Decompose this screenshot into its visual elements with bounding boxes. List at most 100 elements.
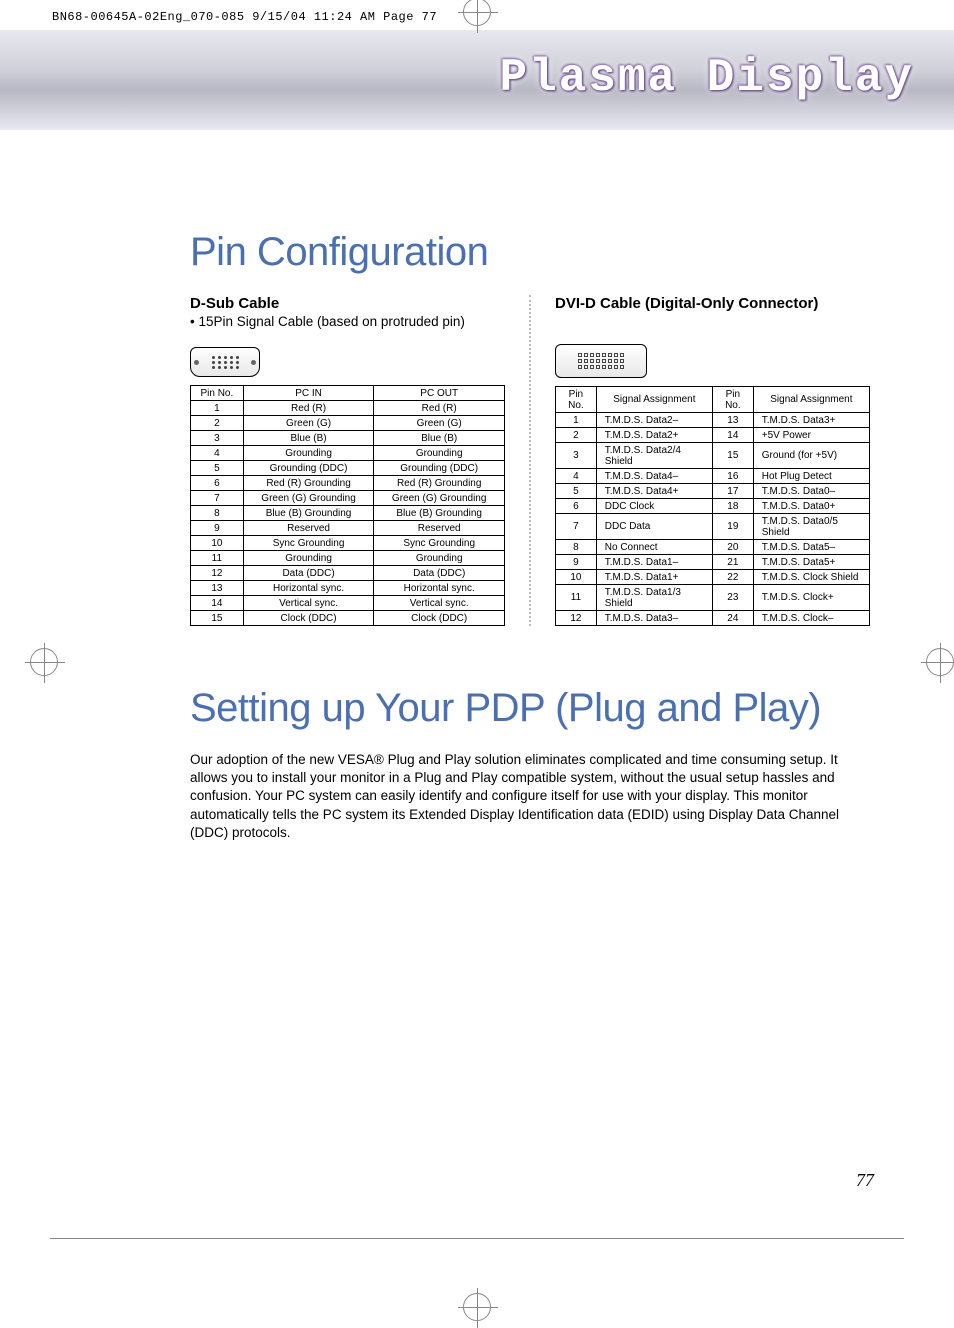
crop-mark-icon xyxy=(30,648,58,676)
table-cell: T.M.D.S. Data0+ xyxy=(753,499,869,514)
table-cell: Green (G) xyxy=(243,416,374,431)
table-cell: 12 xyxy=(191,566,244,581)
table-row: 3Blue (B)Blue (B) xyxy=(191,431,505,446)
column-separator xyxy=(529,295,531,626)
table-cell: 3 xyxy=(191,431,244,446)
table-row: 10T.M.D.S. Data1+22T.M.D.S. Clock Shield xyxy=(556,570,870,585)
table-row: 10Sync GroundingSync Grounding xyxy=(191,536,505,551)
table-cell: T.M.D.S. Data3– xyxy=(596,611,712,626)
table-cell: Vertical sync. xyxy=(243,596,374,611)
table-cell: 23 xyxy=(712,585,753,611)
table-cell: T.M.D.S. Data4– xyxy=(596,469,712,484)
table-cell: T.M.D.S. Data5– xyxy=(753,540,869,555)
table-row: 14Vertical sync.Vertical sync. xyxy=(191,596,505,611)
dsub-note: • 15Pin Signal Cable (based on protruded… xyxy=(190,314,505,329)
table-cell: 24 xyxy=(712,611,753,626)
table-cell: Blue (B) Grounding xyxy=(243,506,374,521)
table-row: 2Green (G)Green (G) xyxy=(191,416,505,431)
table-cell: T.M.D.S. Data1– xyxy=(596,555,712,570)
table-cell: Clock (DDC) xyxy=(243,611,374,626)
table-cell: 7 xyxy=(191,491,244,506)
table-cell: T.M.D.S. Data2+ xyxy=(596,428,712,443)
table-cell: Green (G) Grounding xyxy=(374,491,505,506)
table-header: Pin No. xyxy=(556,387,597,413)
table-cell: Grounding xyxy=(243,551,374,566)
table-row: 5T.M.D.S. Data4+17T.M.D.S. Data0– xyxy=(556,484,870,499)
table-cell: 9 xyxy=(556,555,597,570)
dsub-connector-icon xyxy=(190,347,260,377)
table-cell: 4 xyxy=(556,469,597,484)
table-cell: Horizontal sync. xyxy=(374,581,505,596)
table-cell: 14 xyxy=(191,596,244,611)
table-cell: Sync Grounding xyxy=(374,536,505,551)
table-cell: DDC Clock xyxy=(596,499,712,514)
table-row: 7Green (G) GroundingGreen (G) Grounding xyxy=(191,491,505,506)
table-cell: T.M.D.S. Data4+ xyxy=(596,484,712,499)
dsub-title: D-Sub Cable xyxy=(190,295,505,312)
bottom-rule xyxy=(50,1238,904,1239)
table-row: 13Horizontal sync.Horizontal sync. xyxy=(191,581,505,596)
table-cell: Vertical sync. xyxy=(374,596,505,611)
table-cell: 10 xyxy=(191,536,244,551)
table-cell: 11 xyxy=(556,585,597,611)
table-cell: 8 xyxy=(191,506,244,521)
table-header: Pin No. xyxy=(191,386,244,401)
crop-mark-icon xyxy=(926,648,954,676)
table-cell: Hot Plug Detect xyxy=(753,469,869,484)
table-row: 2T.M.D.S. Data2+14+5V Power xyxy=(556,428,870,443)
table-cell: 5 xyxy=(556,484,597,499)
table-cell: 2 xyxy=(191,416,244,431)
plug-and-play-body: Our adoption of the new VESA® Plug and P… xyxy=(190,751,870,842)
table-cell: T.M.D.S. Data0/5 Shield xyxy=(753,514,869,540)
table-cell: 13 xyxy=(712,413,753,428)
table-cell: 15 xyxy=(191,611,244,626)
crop-mark-icon xyxy=(463,0,491,26)
table-header: PC OUT xyxy=(374,386,505,401)
table-cell: T.M.D.S. Data2/4 Shield xyxy=(596,443,712,469)
table-cell: Grounding (DDC) xyxy=(374,461,505,476)
table-cell: DDC Data xyxy=(596,514,712,540)
table-row: 9T.M.D.S. Data1–21T.M.D.S. Data5+ xyxy=(556,555,870,570)
table-cell: Red (R) Grounding xyxy=(243,476,374,491)
table-row: 12T.M.D.S. Data3–24T.M.D.S. Clock– xyxy=(556,611,870,626)
page-content: Pin Configuration D-Sub Cable • 15Pin Si… xyxy=(190,230,870,842)
table-header: Signal Assignment xyxy=(753,387,869,413)
table-row: 6Red (R) GroundingRed (R) Grounding xyxy=(191,476,505,491)
table-cell: Red (R) xyxy=(243,401,374,416)
table-cell: 12 xyxy=(556,611,597,626)
table-row: 11T.M.D.S. Data1/3 Shield23T.M.D.S. Cloc… xyxy=(556,585,870,611)
table-cell: 9 xyxy=(191,521,244,536)
table-cell: 1 xyxy=(556,413,597,428)
table-cell: Ground (for +5V) xyxy=(753,443,869,469)
table-cell: Data (DDC) xyxy=(374,566,505,581)
table-cell: T.M.D.S. Clock– xyxy=(753,611,869,626)
table-cell: 13 xyxy=(191,581,244,596)
table-row: 7DDC Data19T.M.D.S. Data0/5 Shield xyxy=(556,514,870,540)
table-row: 12Data (DDC)Data (DDC) xyxy=(191,566,505,581)
table-cell: Reserved xyxy=(243,521,374,536)
table-cell: Blue (B) xyxy=(243,431,374,446)
dvi-connector-icon xyxy=(555,344,647,378)
table-row: 1T.M.D.S. Data2–13T.M.D.S. Data3+ xyxy=(556,413,870,428)
dsub-pin-table: Pin No.PC INPC OUT1Red (R)Red (R)2Green … xyxy=(190,385,505,626)
header-band: Plasma Display xyxy=(0,30,954,130)
table-row: 3T.M.D.S. Data2/4 Shield15Ground (for +5… xyxy=(556,443,870,469)
table-cell: Blue (B) Grounding xyxy=(374,506,505,521)
crop-mark-icon xyxy=(463,1293,491,1321)
table-cell: Grounding xyxy=(374,446,505,461)
table-cell: 3 xyxy=(556,443,597,469)
table-row: 4GroundingGrounding xyxy=(191,446,505,461)
table-cell: 1 xyxy=(191,401,244,416)
table-cell: Blue (B) xyxy=(374,431,505,446)
plug-and-play-heading: Setting up Your PDP (Plug and Play) xyxy=(190,686,870,731)
table-cell: No Connect xyxy=(596,540,712,555)
table-cell: T.M.D.S. Data1/3 Shield xyxy=(596,585,712,611)
table-row: 15Clock (DDC)Clock (DDC) xyxy=(191,611,505,626)
table-header: Pin No. xyxy=(712,387,753,413)
table-row: 5Grounding (DDC)Grounding (DDC) xyxy=(191,461,505,476)
table-cell: Green (G) Grounding xyxy=(243,491,374,506)
table-cell: T.M.D.S. Data1+ xyxy=(596,570,712,585)
dvi-title: DVI-D Cable (Digital-Only Connector) xyxy=(555,295,870,312)
table-cell: 20 xyxy=(712,540,753,555)
table-cell: T.M.D.S. Data3+ xyxy=(753,413,869,428)
